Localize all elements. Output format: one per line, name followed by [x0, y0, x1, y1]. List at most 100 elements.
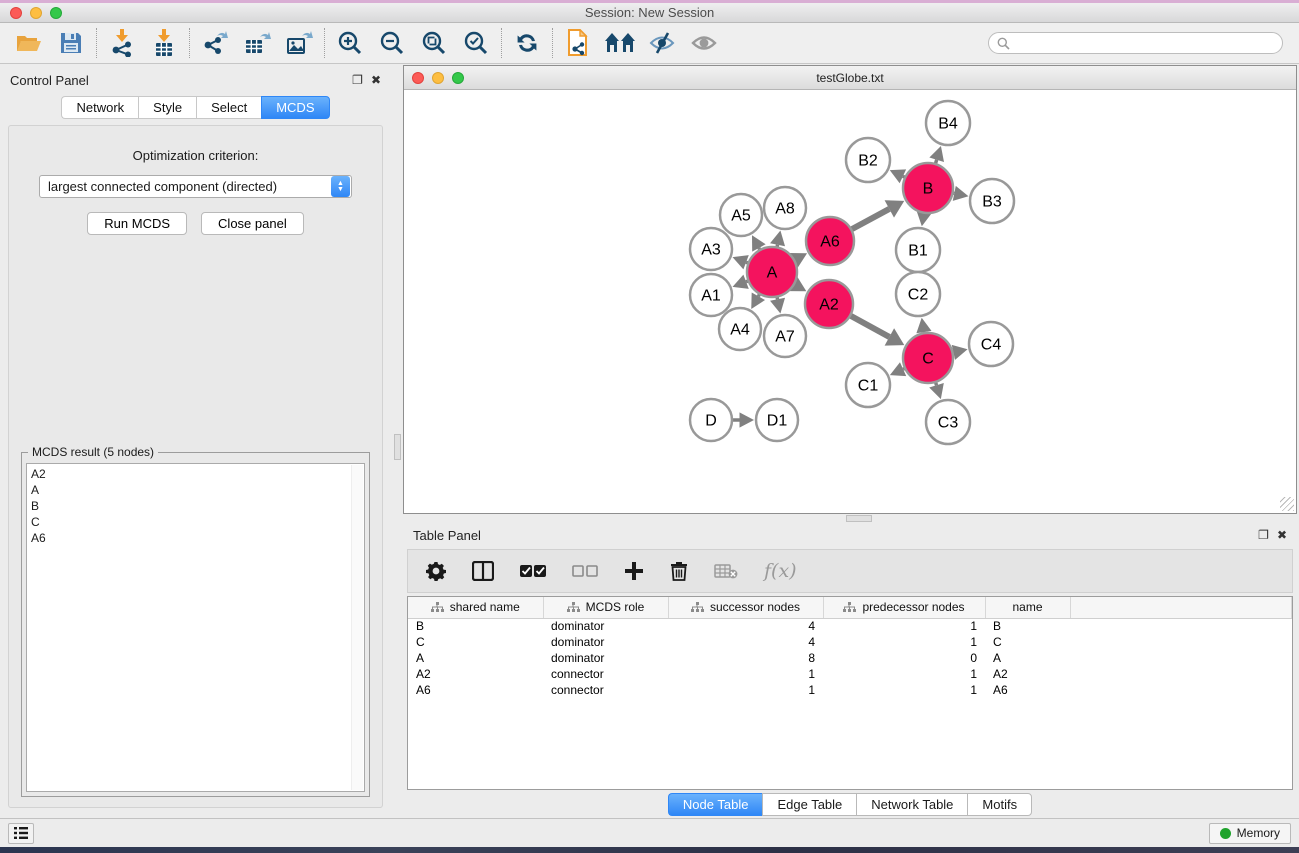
column-header-successor-nodes[interactable]: successor nodes — [668, 597, 823, 618]
cell-predecessor_nodes[interactable]: 1 — [823, 618, 985, 634]
table-row[interactable]: Adominator80A — [408, 650, 1292, 666]
cell-predecessor_nodes[interactable]: 1 — [823, 634, 985, 650]
result-item[interactable]: A — [31, 482, 360, 498]
cell-predecessor_nodes[interactable]: 0 — [823, 650, 985, 666]
column-view-button[interactable] — [472, 561, 494, 581]
result-item[interactable]: C — [31, 514, 360, 530]
cell-shared_name[interactable]: B — [408, 618, 543, 634]
vertical-splitter[interactable] — [391, 64, 403, 818]
cell-name[interactable]: A6 — [985, 682, 1070, 698]
column-label: shared name — [450, 600, 520, 614]
float-panel-icon[interactable]: ❐ — [352, 74, 363, 86]
tab-node-table[interactable]: Node Table — [668, 793, 763, 816]
task-history-button[interactable] — [8, 823, 34, 844]
network-view-window: testGlobe.txt B4B2BB3A5A8A6B1A3AC2A1A2A4… — [403, 65, 1297, 514]
horizontal-splitter[interactable] — [403, 514, 1297, 523]
create-column-button[interactable] — [624, 561, 644, 581]
network-window-titlebar[interactable]: testGlobe.txt — [404, 66, 1296, 90]
cell-successor_nodes[interactable]: 4 — [668, 634, 823, 650]
cell-shared_name[interactable]: A — [408, 650, 543, 666]
table-row[interactable]: A6connector11A6 — [408, 682, 1292, 698]
result-scrollbar[interactable] — [351, 465, 363, 790]
table-row[interactable]: Cdominator41C — [408, 634, 1292, 650]
edge-A6-B[interactable] — [849, 209, 889, 231]
optimization-criterion-select[interactable]: largest connected component (directed) ▲… — [39, 175, 352, 198]
cell-mcds_role[interactable]: connector — [543, 666, 668, 682]
search-input[interactable] — [1015, 36, 1274, 50]
column-header-name[interactable]: name — [985, 597, 1070, 618]
table-row[interactable]: A2connector11A2 — [408, 666, 1292, 682]
cell-name[interactable]: B — [985, 618, 1070, 634]
search-field[interactable] — [988, 32, 1283, 54]
import-network-button[interactable] — [101, 26, 143, 60]
node-table[interactable]: shared name MCDS rolesuccessor nodesprede… — [407, 596, 1293, 790]
open-session-button[interactable] — [8, 26, 50, 60]
run-mcds-button[interactable]: Run MCDS — [87, 212, 187, 235]
cell-name[interactable]: A2 — [985, 666, 1070, 682]
cell-successor_nodes[interactable]: 1 — [668, 682, 823, 698]
column-header-shared-name[interactable]: shared name — [408, 597, 543, 618]
cell-name[interactable]: A — [985, 650, 1070, 666]
close-panel-button[interactable]: Close panel — [201, 212, 304, 235]
tab-network-table[interactable]: Network Table — [856, 793, 967, 816]
cell-mcds_role[interactable]: connector — [543, 682, 668, 698]
cell-mcds_role[interactable]: dominator — [543, 634, 668, 650]
close-panel-icon[interactable]: ✖ — [1277, 529, 1287, 541]
cell-successor_nodes[interactable]: 8 — [668, 650, 823, 666]
cell-successor_nodes[interactable]: 4 — [668, 618, 823, 634]
cell-shared_name[interactable]: A2 — [408, 666, 543, 682]
column-header-predecessor-nodes[interactable]: predecessor nodes — [823, 597, 985, 618]
result-item[interactable]: B — [31, 498, 360, 514]
zoom-selected-button[interactable] — [455, 26, 497, 60]
function-builder-button[interactable]: f(x) — [764, 560, 797, 582]
result-item[interactable]: A6 — [31, 530, 360, 546]
show-panel-button[interactable] — [683, 26, 725, 60]
table-row[interactable]: Bdominator41B — [408, 618, 1292, 634]
export-table-button[interactable] — [236, 26, 278, 60]
hide-panel-button[interactable] — [641, 26, 683, 60]
tab-style[interactable]: Style — [138, 96, 196, 119]
table-settings-button[interactable] — [426, 561, 446, 581]
column-header-MCDS-role[interactable]: MCDS role — [543, 597, 668, 618]
splitter-grip[interactable] — [846, 515, 872, 522]
splitter-grip[interactable] — [394, 434, 401, 460]
home-button[interactable] — [599, 26, 641, 60]
tab-edge-table[interactable]: Edge Table — [762, 793, 856, 816]
window-resize-grip[interactable] — [1280, 497, 1294, 511]
edge-A2-C[interactable] — [848, 315, 889, 337]
network-graph[interactable]: B4B2BB3A5A8A6B1A3AC2A1A2A4A7C4CC1DD1C3 — [404, 90, 1296, 512]
result-item[interactable]: A2 — [31, 466, 360, 482]
network-canvas[interactable]: B4B2BB3A5A8A6B1A3AC2A1A2A4A7C4CC1DD1C3 — [404, 90, 1296, 513]
cell-shared_name[interactable]: A6 — [408, 682, 543, 698]
close-panel-icon[interactable]: ✖ — [371, 74, 381, 86]
zoom-fit-button[interactable] — [413, 26, 455, 60]
export-network-button[interactable] — [194, 26, 236, 60]
cell-predecessor_nodes[interactable]: 1 — [823, 682, 985, 698]
cell-mcds_role[interactable]: dominator — [543, 650, 668, 666]
select-all-columns-button[interactable] — [520, 564, 546, 578]
delete-column-button[interactable] — [670, 561, 688, 581]
deselect-all-columns-button[interactable] — [572, 564, 598, 578]
export-image-button[interactable] — [278, 26, 320, 60]
save-session-button[interactable] — [50, 26, 92, 60]
tab-select[interactable]: Select — [196, 96, 261, 119]
memory-button[interactable]: Memory — [1209, 823, 1291, 844]
zoom-in-button[interactable] — [329, 26, 371, 60]
delete-table-button[interactable] — [714, 563, 738, 579]
new-network-from-selection-button[interactable] — [557, 26, 599, 60]
node-label-A2: A2 — [819, 297, 839, 314]
cell-name[interactable]: C — [985, 634, 1070, 650]
tab-motifs[interactable]: Motifs — [967, 793, 1032, 816]
zoom-out-button[interactable] — [371, 26, 413, 60]
cell-shared_name[interactable]: C — [408, 634, 543, 650]
cell-predecessor_nodes[interactable]: 1 — [823, 666, 985, 682]
cell-successor_nodes[interactable]: 1 — [668, 666, 823, 682]
cell-mcds_role[interactable]: dominator — [543, 618, 668, 634]
import-table-button[interactable] — [143, 26, 185, 60]
node-label-A5: A5 — [731, 208, 751, 225]
mcds-result-list[interactable]: A2ABCA6 — [26, 463, 365, 792]
tab-mcds[interactable]: MCDS — [261, 96, 329, 119]
float-panel-icon[interactable]: ❐ — [1258, 529, 1269, 541]
tab-network[interactable]: Network — [61, 96, 138, 119]
refresh-button[interactable] — [506, 26, 548, 60]
